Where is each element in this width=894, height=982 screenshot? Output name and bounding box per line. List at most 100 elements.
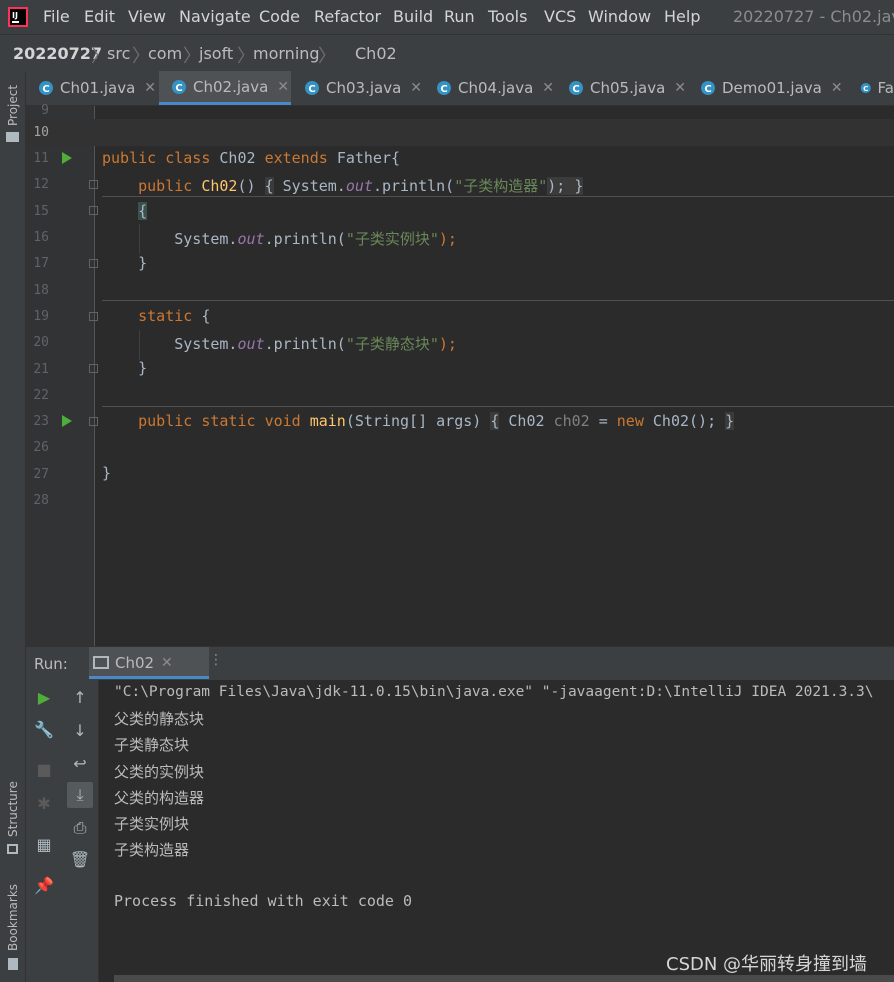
rerun-icon[interactable]: ▶ xyxy=(33,686,55,708)
fold-icon[interactable] xyxy=(89,312,98,321)
tab-ch02[interactable]: C Ch02.java ✕ xyxy=(159,71,291,105)
window-title: 20220727 - Ch02.java xyxy=(733,7,894,26)
breadcrumb-class[interactable]: Ch02 xyxy=(355,44,397,63)
svg-text:IJ: IJ xyxy=(12,11,18,20)
menu-file[interactable]: File xyxy=(43,7,70,26)
close-icon[interactable]: ✕ xyxy=(161,655,173,671)
watermark: CSDN @华丽转身撞到墙 xyxy=(666,954,868,975)
line-number: 9 xyxy=(41,103,49,118)
svg-text:C: C xyxy=(863,84,868,93)
print-icon[interactable]: ⎙ xyxy=(69,817,91,839)
code-line-21: } xyxy=(138,359,148,377)
console-output[interactable] xyxy=(99,680,894,982)
pin-icon[interactable]: 📌 xyxy=(33,874,55,896)
console-line: "C:\Program Files\Java\jdk-11.0.15\bin\j… xyxy=(114,684,874,700)
arrow-down-icon[interactable]: ↓ xyxy=(69,719,91,741)
method-separator xyxy=(102,300,894,301)
class-icon: C xyxy=(860,82,871,94)
breadcrumb-jsoft[interactable]: jsoft xyxy=(199,44,233,63)
menu-edit[interactable]: Edit xyxy=(84,7,115,26)
svg-text:C: C xyxy=(175,83,182,94)
tab-ch05[interactable]: C Ch05.java ✕ xyxy=(556,71,688,105)
arrow-up-icon[interactable]: ↑ xyxy=(69,686,91,708)
breadcrumb-src[interactable]: src xyxy=(107,44,130,63)
menu-window[interactable]: Window xyxy=(588,7,651,26)
tab-demo01[interactable]: C Demo01.java ✕ xyxy=(688,71,848,105)
scroll-to-end-icon[interactable]: ⤓ xyxy=(67,782,93,808)
fold-icon[interactable] xyxy=(89,206,98,215)
menu-build[interactable]: Build xyxy=(393,7,433,26)
menu-refactor[interactable]: Refactor xyxy=(314,7,381,26)
horizontal-scrollbar[interactable] xyxy=(114,975,894,982)
menu-help[interactable]: Help xyxy=(664,7,700,26)
class-icon: C xyxy=(569,81,583,95)
menu-code[interactable]: Code xyxy=(259,7,300,26)
run-tab-ch02[interactable]: Ch02 ✕ xyxy=(89,647,209,679)
code-line-20: System.out.println("子类静态块"); xyxy=(174,335,457,353)
menu-bar: IJ File Edit View Navigate Code Refactor… xyxy=(0,0,894,34)
method-separator xyxy=(102,406,894,407)
menu-view[interactable]: View xyxy=(128,7,166,26)
project-tool-button[interactable]: Project xyxy=(6,85,20,126)
breadcrumb-com[interactable]: com xyxy=(148,44,182,63)
fold-icon[interactable] xyxy=(89,259,98,268)
folder-icon xyxy=(6,132,19,142)
line-number: 20 xyxy=(33,335,49,350)
wrench-icon[interactable]: 🔧 xyxy=(33,718,55,740)
tab-father[interactable]: C Fa xyxy=(848,71,894,105)
line-number: 27 xyxy=(33,467,49,482)
structure-tool-button[interactable]: Structure xyxy=(6,781,20,837)
class-icon: C xyxy=(437,81,451,95)
more-options-icon[interactable]: ⋮ xyxy=(209,652,223,668)
console-line: 子类静态块 xyxy=(114,736,190,754)
code-line-27: } xyxy=(102,464,112,482)
stop-icon[interactable]: ■ xyxy=(33,758,55,780)
structure-icon xyxy=(7,844,18,854)
tab-ch04[interactable]: C Ch04.java ✕ xyxy=(424,71,556,105)
debug-icon[interactable]: ✱ xyxy=(33,792,55,814)
run-gutter-icon[interactable] xyxy=(62,415,72,427)
tab-ch01[interactable]: C Ch01.java ✕ xyxy=(26,71,158,105)
line-number: 21 xyxy=(33,362,49,377)
menu-vcs[interactable]: VCS xyxy=(544,7,576,26)
bookmark-icon xyxy=(8,958,18,970)
fold-icon[interactable] xyxy=(89,417,98,426)
close-icon[interactable]: ✕ xyxy=(410,80,422,96)
tab-label: Ch04.java xyxy=(458,79,534,97)
menu-tools[interactable]: Tools xyxy=(488,7,527,26)
tab-ch03[interactable]: C Ch03.java ✕ xyxy=(292,71,424,105)
close-icon[interactable]: ✕ xyxy=(542,80,554,96)
fold-icon[interactable] xyxy=(89,364,98,373)
svg-text:C: C xyxy=(572,84,579,95)
run-tab-label: Ch02 xyxy=(115,654,155,672)
bookmarks-tool-button[interactable]: Bookmarks xyxy=(6,884,20,951)
line-number: 10 xyxy=(33,125,49,140)
fold-icon[interactable] xyxy=(89,180,98,189)
line-number: 19 xyxy=(33,309,49,324)
close-icon[interactable]: ✕ xyxy=(144,80,156,96)
line-number: 12 xyxy=(33,177,49,192)
run-gutter-icon[interactable] xyxy=(62,152,72,164)
class-icon: C xyxy=(701,81,715,95)
svg-text:C: C xyxy=(704,84,711,95)
console-line: 父类的实例块 xyxy=(114,763,205,781)
breadcrumb-morning[interactable]: morning xyxy=(253,44,320,63)
breadcrumb: 20220727 〉 src 〉 com 〉 jsoft 〉 morning 〉… xyxy=(0,34,894,93)
line-number: 22 xyxy=(33,388,49,403)
code-line-16: System.out.println("子类实例块"); xyxy=(174,230,457,248)
console-icon xyxy=(93,656,109,669)
breadcrumb-project[interactable]: 20220727 xyxy=(13,44,102,63)
layout-icon[interactable]: ▦ xyxy=(33,833,55,855)
line-number: 23 xyxy=(33,414,49,429)
line-number: 26 xyxy=(33,440,49,455)
tab-label: Ch05.java xyxy=(590,79,666,97)
trash-icon[interactable]: 🗑 xyxy=(69,848,91,870)
tab-label: Fa xyxy=(877,79,894,97)
menu-run[interactable]: Run xyxy=(444,7,475,26)
close-icon[interactable]: ✕ xyxy=(277,79,289,95)
close-icon[interactable]: ✕ xyxy=(674,80,686,96)
soft-wrap-icon[interactable]: ↩ xyxy=(69,752,91,774)
menu-navigate[interactable]: Navigate xyxy=(179,7,251,26)
close-icon[interactable]: ✕ xyxy=(831,80,843,96)
line-number: 17 xyxy=(33,256,49,271)
